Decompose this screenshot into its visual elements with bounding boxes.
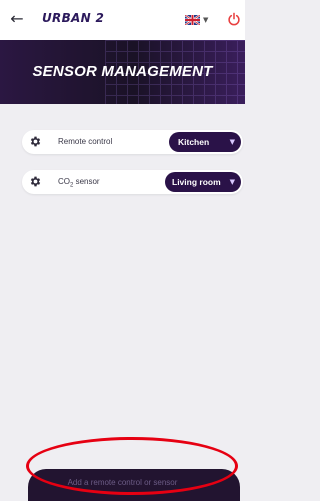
uk-flag-icon	[185, 15, 200, 25]
sensor-row-remote-control: Remote control Kitchen ▼	[22, 130, 243, 154]
gear-icon[interactable]	[29, 175, 42, 188]
sensor-label-main: CO	[58, 177, 70, 186]
add-sensor-button-label[interactable]: Add a remote control or sensor	[0, 478, 245, 487]
gear-icon[interactable]	[29, 135, 42, 148]
room-select-value: Living room	[172, 177, 221, 187]
brand-logo: URBAN 2	[42, 11, 105, 25]
sensor-label: CO2 sensor	[58, 177, 100, 189]
chevron-down-icon: ▼	[229, 138, 235, 146]
page-title: SENSOR MANAGEMENT	[32, 63, 213, 80]
room-select-living-room[interactable]: Living room ▼	[165, 172, 241, 192]
room-select-value: Kitchen	[178, 137, 210, 147]
top-app-bar: ← URBAN 2 ▼	[0, 0, 245, 40]
room-select-kitchen[interactable]: Kitchen ▼	[169, 132, 241, 152]
back-arrow-icon[interactable]: ←	[8, 10, 26, 28]
power-icon[interactable]	[227, 12, 241, 26]
chevron-down-icon: ▼	[229, 178, 235, 186]
language-selector[interactable]: ▼	[185, 13, 213, 27]
sensor-label-rest: sensor	[73, 177, 100, 186]
chevron-down-icon: ▼	[203, 16, 209, 24]
sensor-label: Remote control	[58, 137, 113, 146]
sensor-row-co2-sensor: CO2 sensor Living room ▼	[22, 170, 243, 194]
page-banner: SENSOR MANAGEMENT	[0, 40, 245, 104]
